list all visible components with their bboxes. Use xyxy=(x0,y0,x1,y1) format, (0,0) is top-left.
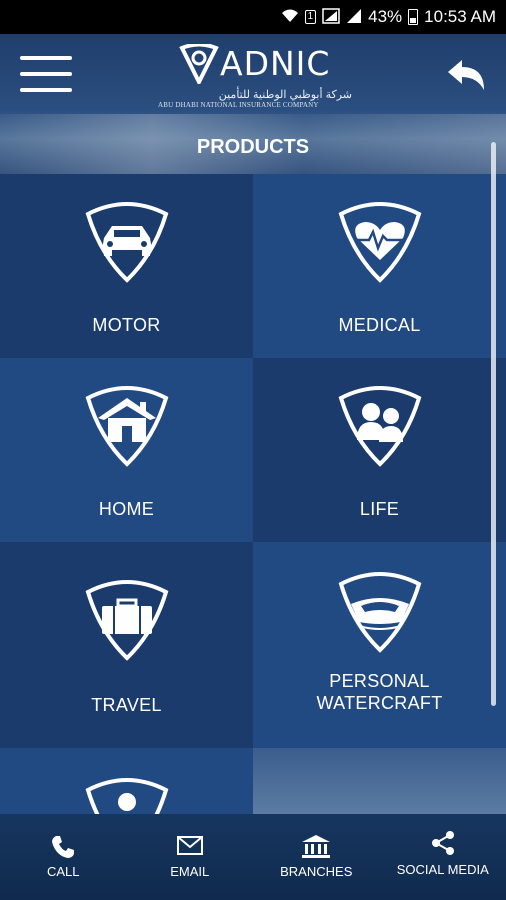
nav-label: EMAIL xyxy=(170,864,210,879)
background-image-area xyxy=(253,748,506,814)
product-tile-personal-watercraft[interactable]: PERSONAL WATERCRAFT xyxy=(253,542,506,748)
nav-label: SOCIAL MEDIA xyxy=(396,862,489,877)
scrollbar[interactable] xyxy=(491,142,496,706)
logo-emblem-icon xyxy=(179,44,219,84)
people-icon xyxy=(338,386,421,467)
cell-signal-icon xyxy=(346,8,362,27)
adnic-logo: ADNIC شركة أبوظبي الوطنية للتأمين ABU DH… xyxy=(158,44,358,114)
product-label: PERSONAL WATERCRAFT xyxy=(316,671,443,713)
logo-subtitle: ABU DHABI NATIONAL INSURANCE COMPANY xyxy=(158,101,319,109)
logo-name: ADNIC xyxy=(220,44,331,83)
undo-arrow-icon xyxy=(448,60,484,90)
product-label: MEDICAL xyxy=(338,315,421,335)
battery-icon xyxy=(408,9,419,25)
car-icon xyxy=(85,202,168,283)
wifi-icon xyxy=(281,8,299,27)
nav-call[interactable]: CALL xyxy=(0,814,127,900)
product-tile-partial[interactable] xyxy=(0,748,253,814)
menu-button[interactable] xyxy=(20,56,72,96)
boat-icon xyxy=(338,572,421,653)
product-label: HOME xyxy=(98,499,155,519)
product-label: TRAVEL xyxy=(91,695,162,715)
house-icon xyxy=(85,386,168,467)
nav-email[interactable]: EMAIL xyxy=(127,814,254,900)
nav-label: BRANCHES xyxy=(280,864,353,879)
heart-pulse-icon xyxy=(338,202,421,283)
product-tile-life[interactable]: LIFE xyxy=(253,358,506,542)
battery-percent: 43% xyxy=(368,7,403,26)
nav-label: CALL xyxy=(46,864,80,879)
product-tile-travel[interactable]: TRAVEL xyxy=(0,542,253,748)
product-label: MOTOR xyxy=(92,315,161,335)
hamburger-icon xyxy=(20,56,72,60)
signal-icon xyxy=(322,7,340,27)
logo-arabic: شركة أبوظبي الوطنية للتأمين xyxy=(218,89,352,101)
product-label: LIFE xyxy=(359,499,400,519)
share-icon xyxy=(431,831,454,855)
bottom-nav: CALL EMAIL BRANCHES SOCIAL MEDIA xyxy=(0,814,506,900)
suitcase-icon xyxy=(85,580,168,661)
status-bar: 1 43% 10:53 AM xyxy=(0,0,506,34)
clock: 10:53 AM xyxy=(424,7,496,26)
nav-branches[interactable]: BRANCHES xyxy=(253,814,380,900)
phone-icon xyxy=(52,836,75,858)
envelope-icon xyxy=(176,836,203,855)
product-tile-motor[interactable]: MOTOR xyxy=(0,174,253,358)
bank-icon xyxy=(302,835,331,858)
product-tile-medical[interactable]: MEDICAL xyxy=(253,174,506,358)
back-button[interactable] xyxy=(444,56,488,96)
products-grid: MOTOR MEDICAL HOME LIFE TRAVEL PERSONAL … xyxy=(0,174,506,814)
page-title: PRODUCTS xyxy=(196,136,310,158)
nav-social-media[interactable]: SOCIAL MEDIA xyxy=(380,814,506,900)
product-tile-home[interactable]: HOME xyxy=(0,358,253,542)
sim-badge-icon: 1 xyxy=(304,10,317,24)
partial-product-icon xyxy=(85,778,168,814)
